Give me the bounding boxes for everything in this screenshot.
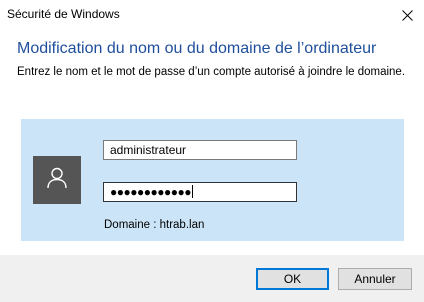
password-field[interactable]: ●●●●●●●●●●●● [103,182,297,202]
username-value: administrateur [110,143,187,157]
windows-security-dialog: Sécurité de Windows Modification du nom … [0,0,424,302]
cancel-button[interactable]: Annuler [338,268,412,290]
button-bar: OK Annuler [0,255,424,302]
avatar [33,156,81,204]
close-button[interactable] [390,0,424,30]
domain-label: Domaine : htrab.lan [104,219,205,231]
dialog-heading: Modification du nom ou du domaine de l’o… [17,40,377,57]
username-field[interactable]: administrateur [103,140,297,160]
password-mask: ●●●●●●●●●●●● [110,185,191,199]
ok-button[interactable]: OK [256,268,329,290]
dialog-description: Entrez le nom et le mot de passe d’un co… [17,66,406,78]
text-caret [191,185,193,198]
close-icon [401,9,413,21]
title-bar: Sécurité de Windows [0,0,424,30]
user-icon [46,166,68,195]
credential-tile: administrateur ●●●●●●●●●●●● Domaine : ht… [21,119,404,241]
window-title: Sécurité de Windows [7,7,120,21]
